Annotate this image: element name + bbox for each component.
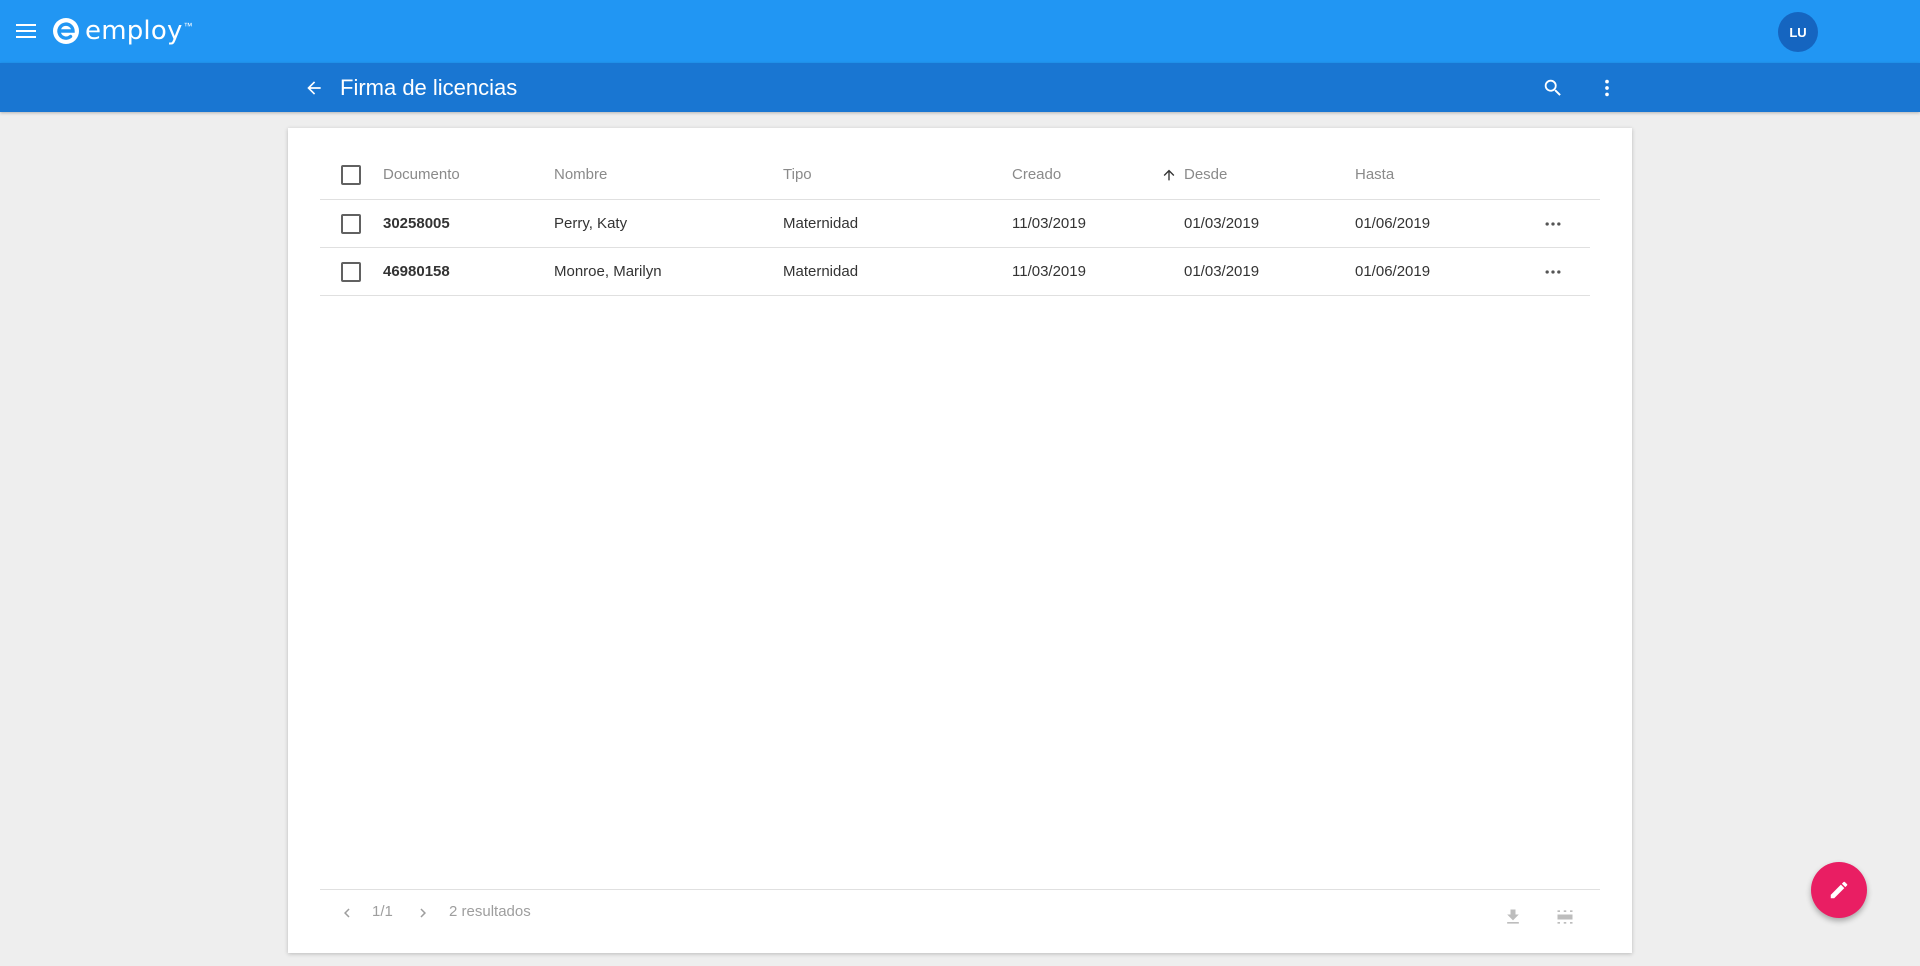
column-header-creado[interactable]: Creado [1012, 150, 1061, 199]
cell-tipo: Maternidad [783, 215, 859, 232]
cell-nombre: Monroe, Marilyn [554, 263, 662, 280]
brand-name: employ [85, 16, 183, 46]
sort-indicator[interactable] [1161, 150, 1177, 199]
row-actions-button[interactable] [1543, 248, 1563, 295]
cell-creado: 11/03/2019 [1012, 215, 1086, 232]
back-button[interactable] [300, 75, 328, 101]
arrow-up-icon [1163, 169, 1175, 180]
select-all-checkbox[interactable] [341, 164, 361, 185]
search-icon [1544, 79, 1561, 96]
table-row[interactable]: 30258005 Perry, Katy Maternidad 11/03/20… [320, 200, 1590, 248]
more-horiz-icon [1545, 269, 1561, 274]
licenses-table: Documento Nombre Tipo Creado Desde Hasta… [320, 150, 1600, 296]
arrow-back-icon [307, 81, 321, 95]
cell-documento: 46980158 [383, 263, 450, 280]
logo-icon [53, 18, 79, 44]
cell-nombre: Perry, Katy [554, 215, 628, 232]
app-bar: employ ™ LU [0, 0, 1920, 63]
table-header: Documento Nombre Tipo Creado Desde Hasta [320, 150, 1600, 200]
column-header-documento[interactable]: Documento [383, 150, 460, 199]
pencil-icon [1830, 881, 1848, 899]
column-header-hasta[interactable]: Hasta [1355, 150, 1394, 199]
trademark-mark: ™ [183, 21, 193, 31]
row-checkbox[interactable] [341, 261, 361, 282]
menu-icon [16, 24, 36, 38]
columns-icon [1557, 910, 1573, 924]
cell-creado: 11/03/2019 [1012, 263, 1086, 280]
previous-page-button[interactable] [336, 902, 358, 924]
row-checkbox[interactable] [341, 213, 361, 234]
brand-logo[interactable]: employ ™ [52, 16, 193, 46]
more-options-button[interactable] [1594, 75, 1620, 101]
row-select-cell [341, 248, 361, 295]
download-icon [1507, 909, 1519, 924]
column-header-tipo[interactable]: Tipo [783, 150, 812, 199]
page-toolbar: Firma de licencias [0, 63, 1920, 112]
menu-button[interactable] [12, 19, 40, 43]
user-avatar[interactable]: LU [1778, 12, 1818, 52]
cell-hasta: 01/06/2019 [1355, 263, 1431, 280]
cell-tipo: Maternidad [783, 263, 859, 280]
row-actions-button[interactable] [1543, 200, 1563, 247]
cell-desde: 01/03/2019 [1184, 263, 1260, 280]
cell-documento: 30258005 [383, 215, 450, 232]
download-button[interactable] [1500, 904, 1526, 930]
row-select-cell [341, 200, 361, 247]
edit-fab[interactable] [1811, 862, 1867, 918]
column-settings-button[interactable] [1552, 904, 1578, 930]
more-horiz-icon [1545, 221, 1561, 226]
search-button[interactable] [1540, 75, 1566, 101]
page-title: Firma de licencias [340, 75, 518, 100]
table-footer: 1/1 2 resultados [320, 889, 1600, 939]
column-header-nombre[interactable]: Nombre [554, 150, 607, 199]
chevron-left-icon [344, 908, 350, 918]
select-all-cell [341, 150, 361, 199]
chevron-right-icon [420, 908, 426, 918]
table-row[interactable]: 46980158 Monroe, Marilyn Maternidad 11/0… [320, 248, 1590, 296]
results-count: 2 resultados [449, 903, 531, 920]
column-header-desde[interactable]: Desde [1184, 150, 1227, 199]
more-vert-icon [1605, 79, 1609, 97]
next-page-button[interactable] [412, 902, 434, 924]
licenses-card: Documento Nombre Tipo Creado Desde Hasta… [288, 128, 1632, 953]
cell-hasta: 01/06/2019 [1355, 215, 1431, 232]
page-indicator: 1/1 [372, 903, 393, 920]
cell-desde: 01/03/2019 [1184, 215, 1260, 232]
